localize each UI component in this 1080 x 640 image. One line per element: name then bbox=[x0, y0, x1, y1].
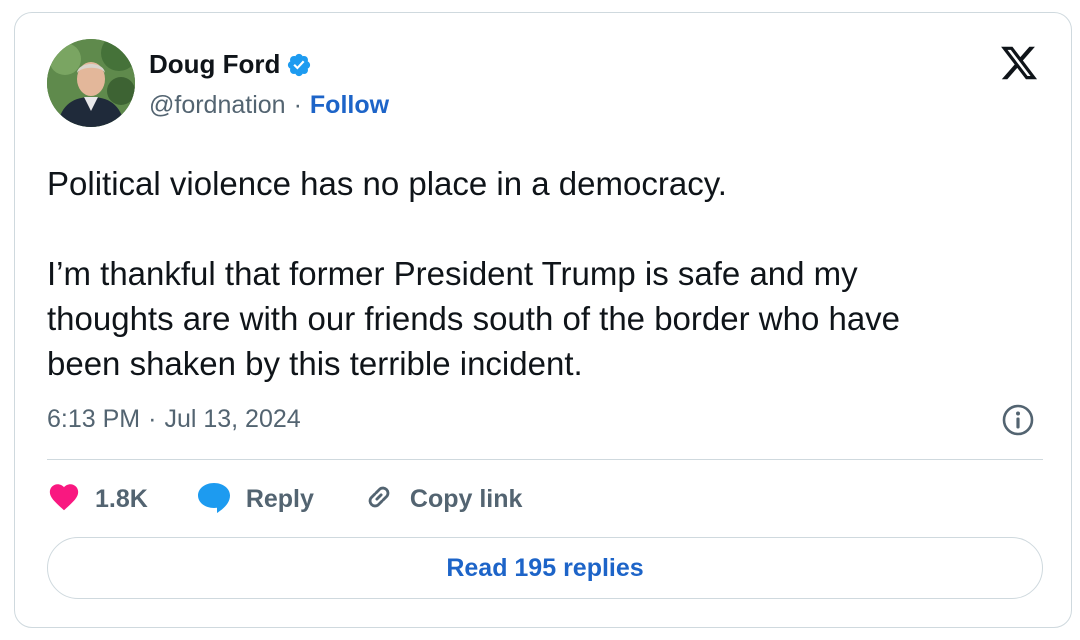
follow-link[interactable]: Follow bbox=[310, 91, 389, 120]
author-avatar[interactable] bbox=[47, 39, 135, 127]
author-handle-row: @fordnation · Follow bbox=[149, 91, 389, 120]
like-button[interactable]: 1.8K bbox=[47, 480, 148, 519]
author-name[interactable]: Doug Ford bbox=[149, 49, 280, 80]
like-count: 1.8K bbox=[95, 484, 148, 513]
divider bbox=[47, 459, 1043, 460]
heart-icon bbox=[47, 480, 81, 519]
handle-separator: · bbox=[293, 91, 302, 119]
tweet-line: I’m thankful that former President Trump… bbox=[47, 255, 858, 292]
read-replies-button[interactable]: Read 195 replies bbox=[47, 537, 1043, 599]
tweet-card: Doug Ford @fordnation · Follow Political… bbox=[14, 12, 1072, 628]
verified-badge-icon bbox=[286, 52, 312, 78]
avatar-image bbox=[47, 39, 135, 127]
tweet-paragraph: Political violence has no place in a dem… bbox=[47, 165, 727, 202]
tweet-timestamp[interactable]: 6:13 PM · Jul 13, 2024 bbox=[47, 405, 301, 434]
author-name-row: Doug Ford bbox=[149, 49, 312, 80]
info-icon[interactable] bbox=[1001, 403, 1035, 437]
copy-link-button[interactable]: Copy link bbox=[362, 480, 523, 519]
reply-label: Reply bbox=[245, 484, 314, 513]
reply-button[interactable]: Reply bbox=[196, 480, 314, 519]
action-bar: 1.8K Reply Copy link bbox=[47, 479, 570, 519]
speech-bubble-icon bbox=[196, 480, 232, 519]
copy-link-label: Copy link bbox=[409, 484, 523, 513]
author-handle[interactable]: @fordnation bbox=[149, 91, 286, 120]
tweet-line: been shaken by this terrible incident. bbox=[47, 345, 583, 382]
timestamp-time: 6:13 PM bbox=[47, 405, 141, 433]
timestamp-separator: · bbox=[148, 405, 157, 433]
link-icon bbox=[362, 480, 396, 519]
tweet-text: Political violence has no place in a dem… bbox=[47, 161, 1047, 386]
x-logo-icon[interactable] bbox=[997, 43, 1041, 83]
tweet-line: thoughts are with our friends south of t… bbox=[47, 300, 901, 337]
timestamp-date: Jul 13, 2024 bbox=[164, 405, 301, 433]
